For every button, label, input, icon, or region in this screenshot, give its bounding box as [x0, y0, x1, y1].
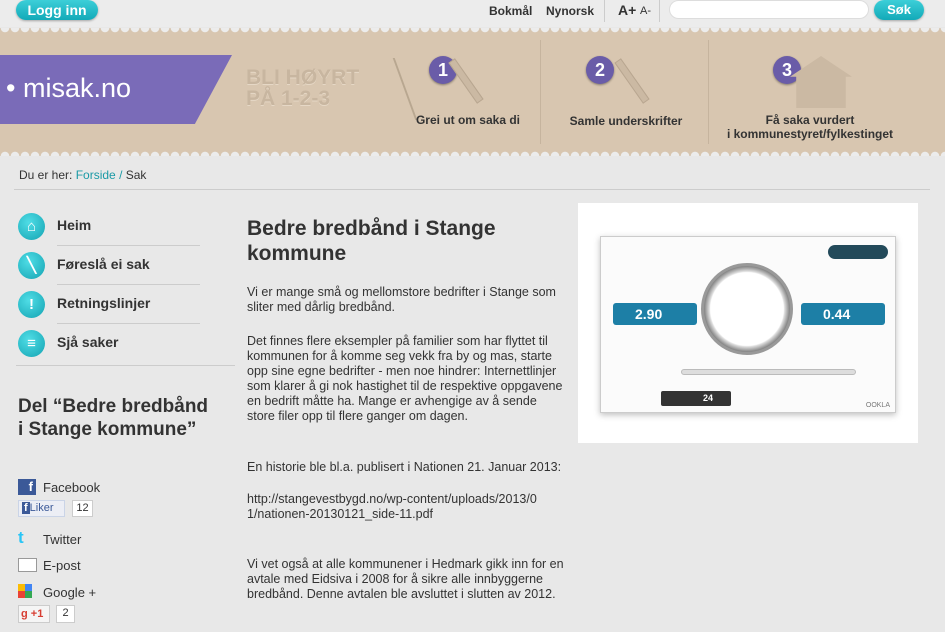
share-title: Del “Bedre bredbånd i Stange kommune” — [18, 396, 209, 440]
ping-value: 24 — [661, 391, 731, 406]
speedtest-panel: 2.90 0.44 24 OOKLA — [600, 236, 896, 413]
breadcrumb-separator: / — [119, 168, 123, 182]
twitter-link[interactable]: Twitter — [43, 532, 81, 547]
home-icon: ⌂ — [18, 213, 45, 240]
breadcrumb-prefix: Du er her: — [19, 168, 73, 182]
nav-label: Heim — [57, 217, 92, 233]
facebook-icon: f — [22, 502, 30, 514]
divider — [14, 189, 930, 190]
nav-item-heim[interactable]: ⌂ Heim — [18, 213, 200, 252]
exclamation-icon: ! — [18, 291, 45, 318]
search-input[interactable] — [669, 0, 869, 19]
step-label[interactable]: Få saka vurdert i kommunestyret/fylkestin… — [720, 113, 900, 141]
article-paragraph: Vi er mange små og mellomstore bedrifter… — [247, 285, 556, 314]
list-icon: ≡ — [18, 330, 45, 357]
article-link[interactable]: http://stangevestbygd.no/wp-content/uplo… — [247, 492, 547, 522]
ookla-logo: OOKLA — [865, 402, 890, 409]
speedtest-image: 2.90 0.44 24 OOKLA — [578, 203, 918, 443]
search-button[interactable]: Søk — [874, 0, 924, 20]
google-plus-icon — [18, 584, 32, 598]
upload-speed: 0.44 — [801, 303, 885, 325]
step-label-line: i kommunestyret/fylkestinget — [726, 127, 894, 141]
facebook-like-button[interactable]: f Liker — [18, 500, 65, 517]
logo-text: misak.no — [22, 73, 132, 103]
nav-item-sja-saker[interactable]: ≡ Sjå saker — [18, 330, 200, 369]
slogan-line: BLI HØYRT — [246, 66, 360, 89]
nav-label: Sjå saker — [57, 334, 119, 350]
divider — [57, 284, 200, 285]
article-paragraph: Vi vet også at alle kommunener i Hedmark… — [247, 557, 564, 601]
progress-track — [681, 369, 856, 375]
nav-item-retningslinjer[interactable]: ! Retningslinjer — [18, 291, 200, 330]
breadcrumb-current: Sak — [125, 168, 147, 182]
divider — [708, 40, 709, 144]
like-label: Liker — [29, 502, 54, 514]
article-paragraph: Det finnes flere eksempler på familier s… — [247, 334, 563, 423]
divider — [16, 365, 235, 366]
login-button[interactable]: Logg inn — [16, 0, 98, 20]
site-logo[interactable]: • misak.no — [0, 55, 232, 124]
nav-label: Retningslinjer — [57, 295, 151, 311]
facebook-icon: f — [18, 479, 36, 495]
google-plus-link[interactable]: Google + — [43, 585, 96, 600]
article-title: Bedre bredbånd i Stange kommune — [247, 217, 496, 265]
step-label[interactable]: Grei ut om saka di — [408, 113, 528, 127]
divider — [540, 40, 541, 144]
plusone-button[interactable]: g +1 — [18, 605, 50, 623]
plusone-label: +1 — [30, 608, 44, 620]
font-decrease[interactable]: A- — [640, 5, 651, 17]
divider — [57, 245, 200, 246]
lang-bokmal[interactable]: Bokmål — [489, 4, 532, 18]
slogan-line: PÅ 1-2-3 — [246, 87, 331, 110]
pen-icon: ╲ — [18, 252, 45, 279]
nav-label: Føreslå ei sak — [57, 256, 150, 272]
slogan: BLI HØYRT PÅ 1-2-3 — [246, 67, 359, 109]
divider — [659, 0, 660, 22]
breadcrumb: Du er her: Forside / Sak — [19, 168, 146, 182]
email-link[interactable]: E-post — [43, 558, 81, 573]
divider — [604, 0, 605, 22]
font-increase[interactable]: A+ — [618, 2, 636, 18]
speed-gauge — [701, 263, 793, 355]
step-label[interactable]: Samle underskrifter — [558, 114, 694, 128]
email-icon — [18, 558, 37, 572]
step-label-line: Få saka vurdert — [765, 113, 855, 127]
lang-nynorsk[interactable]: Nynorsk — [546, 4, 594, 18]
like-count: 12 — [72, 500, 93, 517]
plusone-count: 2 — [56, 605, 75, 623]
test-again-button — [828, 245, 888, 259]
article-paragraph: En historie ble bl.a. publisert i Nation… — [247, 460, 562, 474]
facebook-link[interactable]: Facebook — [43, 480, 100, 495]
step-number: 2 — [586, 56, 614, 84]
download-speed: 2.90 — [613, 303, 697, 325]
breadcrumb-home-link[interactable]: Forside — [76, 168, 116, 182]
nav-item-foresla[interactable]: ╲ Føreslå ei sak — [18, 252, 200, 291]
twitter-icon: t — [18, 528, 24, 547]
divider — [57, 323, 200, 324]
